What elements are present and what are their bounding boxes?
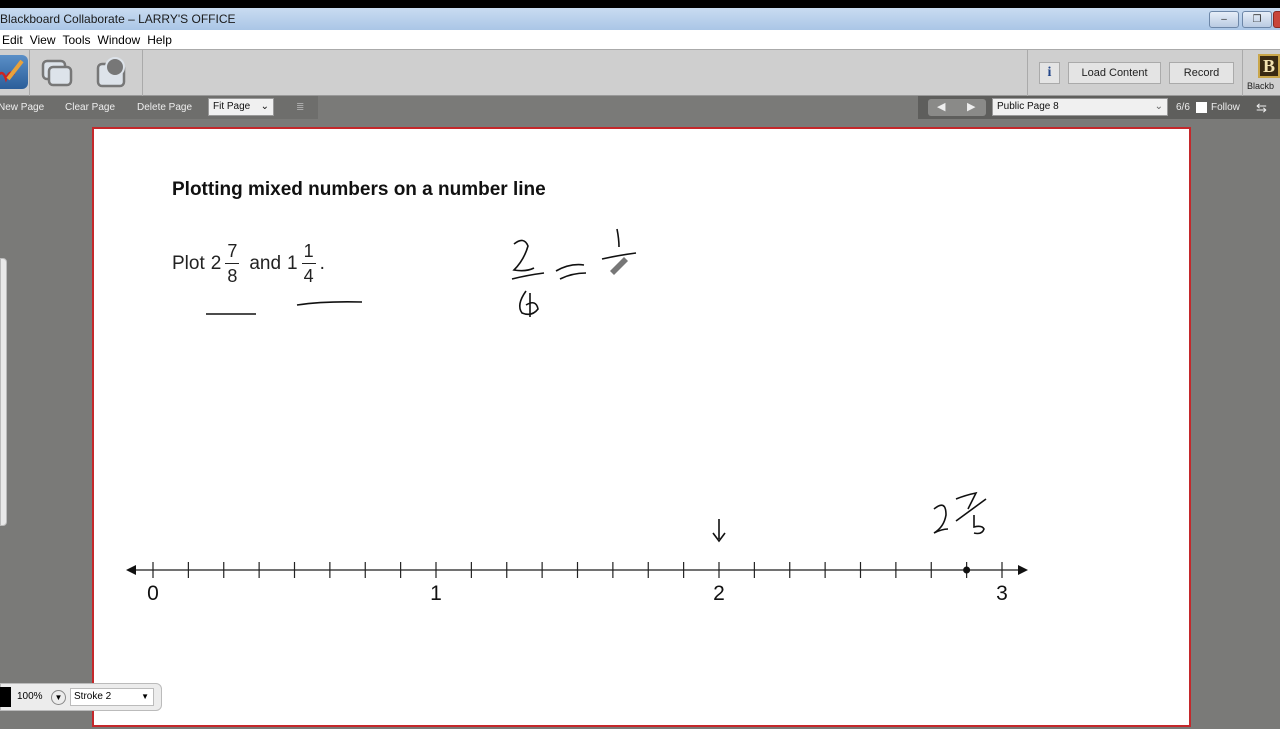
title-bar: Blackboard Collaborate – LARRY'S OFFICE … <box>0 8 1280 30</box>
main-toolbar: i Load Content Record B Blackb <box>0 50 1280 96</box>
load-content-button[interactable]: Load Content <box>1068 62 1161 84</box>
window-title: Blackboard Collaborate – LARRY'S OFFICE <box>0 12 236 26</box>
handwritten-bar <box>511 272 545 280</box>
page-list-icon[interactable]: ≣ <box>296 96 304 119</box>
color-swatch[interactable] <box>0 687 11 707</box>
new-page-button[interactable]: New Page <box>0 96 44 119</box>
drawing-properties-bar: 100% ▼ Stroke 2 ▼ <box>0 683 162 711</box>
underline-2 <box>296 301 363 306</box>
pencil-cursor-icon <box>610 257 628 275</box>
right-arrow-icon <box>1018 565 1028 575</box>
menu-window[interactable]: Window <box>98 33 141 47</box>
left-arrow-icon <box>126 565 136 575</box>
handwritten-4 <box>518 290 539 317</box>
minimize-button[interactable]: – <box>1209 11 1239 28</box>
zoom-dropdown-icon[interactable]: ▼ <box>51 690 66 705</box>
menu-view[interactable]: View <box>30 33 56 47</box>
menu-help[interactable]: Help <box>147 33 172 47</box>
whiteboard-toolbar: New Page Clear Page Delete Page Fit Page… <box>0 96 318 119</box>
info-button[interactable]: i <box>1039 62 1060 84</box>
menu-bar: Edit View Tools Window Help <box>0 30 1280 50</box>
whiteboard-icon[interactable] <box>0 55 28 89</box>
chevron-down-icon: ▼ <box>141 692 149 701</box>
clear-page-button[interactable]: Clear Page <box>65 96 115 119</box>
plotted-point <box>963 566 971 574</box>
tool-palette[interactable] <box>0 258 7 526</box>
page-count: 6/6 <box>1176 102 1190 113</box>
handwritten-2-7-8 <box>933 491 987 535</box>
stroke-value: Stroke 2 <box>74 691 112 702</box>
arrow-down <box>712 519 726 543</box>
zoom-select-value: Fit Page <box>213 101 251 112</box>
tick-label: 0 <box>147 582 159 605</box>
follow-checkbox[interactable] <box>1196 102 1207 113</box>
chevron-down-icon: ⌄ <box>1154 101 1163 112</box>
zoom-select[interactable]: Fit Page ⌄ <box>208 98 274 116</box>
tick-label: 3 <box>996 582 1008 605</box>
page-navigation-bar: ◀ ▶ Public Page 8 ⌄ 6/6 Follow ⇆ <box>918 96 1280 119</box>
handwritten-fraction <box>601 228 637 260</box>
stroke-select[interactable]: Stroke 2 ▼ <box>70 688 154 706</box>
tick-label: 1 <box>430 582 442 605</box>
page-select[interactable]: Public Page 8 ⌄ <box>992 98 1168 116</box>
record-button[interactable]: Record <box>1169 62 1234 84</box>
swap-arrows-icon[interactable]: ⇆ <box>1256 96 1267 119</box>
follow-label: Follow <box>1211 102 1240 113</box>
menu-edit[interactable]: Edit <box>2 33 23 47</box>
number-line: 0 1 2 3 <box>126 562 1028 605</box>
page-select-value: Public Page 8 <box>997 101 1059 112</box>
annotations-layer: 0 1 2 3 <box>126 228 1028 605</box>
previous-page-button[interactable]: ◀ <box>937 96 945 119</box>
app-share-icon[interactable] <box>40 55 76 89</box>
web-tour-icon[interactable] <box>95 55 131 89</box>
logo-caption: Blackb <box>1247 81 1275 91</box>
zoom-level: 100% <box>17 691 43 702</box>
next-page-button[interactable]: ▶ <box>967 96 975 119</box>
handwritten-annotations <box>206 228 987 543</box>
restore-button[interactable]: ❐ <box>1242 11 1272 28</box>
menu-tools[interactable]: Tools <box>62 33 90 47</box>
whiteboard-page[interactable]: Plotting mixed numbers on a number line … <box>92 127 1191 727</box>
screen-top-edge <box>0 0 1280 8</box>
tick-label: 2 <box>713 582 725 605</box>
handwritten-2 <box>512 239 535 272</box>
delete-page-button[interactable]: Delete Page <box>137 96 192 119</box>
handwritten-equals <box>555 263 587 280</box>
chevron-down-icon: ⌄ <box>260 101 269 112</box>
blackboard-logo: B <box>1258 54 1280 78</box>
close-button[interactable] <box>1273 11 1280 28</box>
